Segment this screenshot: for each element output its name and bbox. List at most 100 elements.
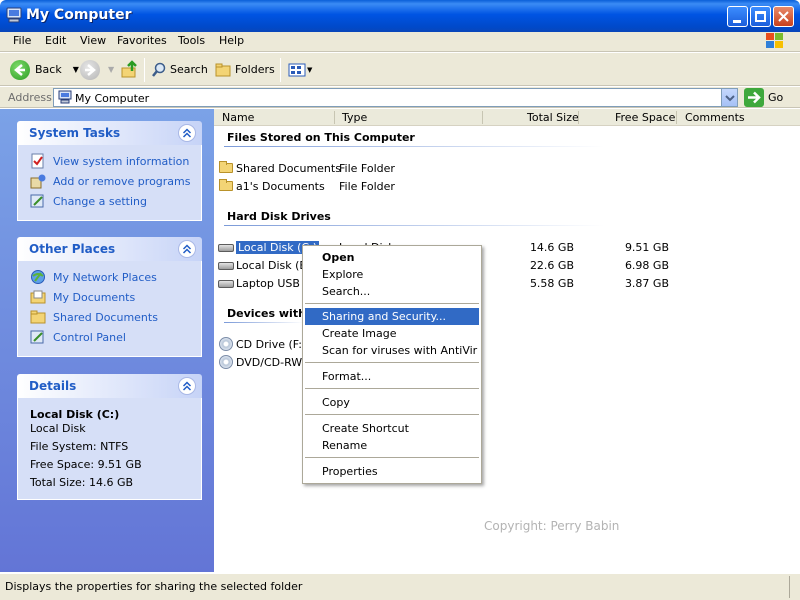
my-computer-icon xyxy=(6,7,22,25)
menu-separator xyxy=(305,457,479,458)
views-button[interactable]: ▼ xyxy=(288,53,312,86)
column-free-space[interactable]: Free Space xyxy=(615,111,675,124)
menu-create-shortcut[interactable]: Create Shortcut xyxy=(305,420,479,437)
menu-open[interactable]: Open xyxy=(305,249,479,266)
task-label: Change a setting xyxy=(53,194,147,208)
group-hard-disks: Hard Disk Drives xyxy=(227,210,331,223)
back-label: Back xyxy=(35,63,62,76)
item-total-size: 5.58 GB xyxy=(529,277,574,290)
item-total-size: 22.6 GB xyxy=(529,259,574,272)
chevron-down-icon[interactable]: ▼ xyxy=(73,65,79,74)
collapse-chevron-icon[interactable] xyxy=(178,124,196,142)
close-icon xyxy=(778,11,789,22)
details-free-space: Free Space: 9.51 GB xyxy=(30,458,142,471)
up-folder-button[interactable] xyxy=(120,53,140,86)
task-pane: System Tasks View system information Add… xyxy=(0,109,214,572)
column-total-size[interactable]: Total Size xyxy=(527,111,579,124)
cd-drive-icon xyxy=(218,336,234,352)
task-label: Add or remove programs xyxy=(53,174,191,188)
minimize-button[interactable] xyxy=(727,6,748,27)
menu-separator xyxy=(305,414,479,415)
maximize-button[interactable] xyxy=(750,6,771,27)
chevron-down-icon: ▼ xyxy=(307,65,313,74)
address-input[interactable]: My Computer xyxy=(53,88,738,107)
chevron-down-icon: ▼ xyxy=(108,65,115,74)
search-icon xyxy=(152,62,166,77)
menu-item-label: Scan for viruses with AntiVir xyxy=(322,344,478,357)
collapse-chevron-icon[interactable] xyxy=(178,240,196,258)
details-header[interactable]: Details xyxy=(17,374,202,398)
column-separator[interactable] xyxy=(676,111,677,124)
other-places-header[interactable]: Other Places xyxy=(17,237,202,261)
search-button[interactable]: Search xyxy=(151,53,208,86)
menu-rename[interactable]: Rename xyxy=(305,437,479,454)
menu-separator xyxy=(305,303,479,304)
collapse-chevron-icon[interactable] xyxy=(178,377,196,395)
status-divider xyxy=(789,576,790,598)
system-tasks-header[interactable]: System Tasks xyxy=(17,121,202,145)
menu-view[interactable]: View xyxy=(80,34,106,47)
list-item[interactable]: a1's Documents File Folder xyxy=(218,178,778,194)
task-view-system-info[interactable]: View system information xyxy=(30,153,189,169)
column-name[interactable]: Name xyxy=(222,111,254,124)
address-dropdown[interactable] xyxy=(721,89,737,106)
menu-explore[interactable]: Explore xyxy=(305,266,479,283)
column-comments[interactable]: Comments xyxy=(685,111,745,124)
column-type[interactable]: Type xyxy=(342,111,367,124)
back-button[interactable]: Back ▼ xyxy=(10,53,79,86)
task-change-setting[interactable]: Change a setting xyxy=(30,193,147,209)
close-button[interactable] xyxy=(773,6,794,27)
menu-format[interactable]: Format... xyxy=(305,368,479,385)
title-bar[interactable]: My Computer xyxy=(0,0,800,32)
menu-properties[interactable]: Properties xyxy=(305,463,479,480)
column-separator[interactable] xyxy=(334,111,335,124)
toolbar-separator xyxy=(280,58,281,82)
place-shared-documents[interactable]: Shared Documents xyxy=(30,309,158,325)
menu-copy[interactable]: Copy xyxy=(305,394,479,411)
folder-icon xyxy=(30,289,46,305)
menu-help[interactable]: Help xyxy=(219,34,244,47)
folder-icon xyxy=(218,160,234,176)
my-computer-icon xyxy=(58,90,72,104)
menu-item-label: Open xyxy=(322,251,355,264)
place-label: My Network Places xyxy=(53,270,157,284)
task-add-remove-programs[interactable]: Add or remove programs xyxy=(30,173,191,189)
column-separator[interactable] xyxy=(578,111,579,124)
windows-logo-icon xyxy=(762,30,788,52)
address-bar: Address My Computer Go xyxy=(0,87,800,108)
other-places-panel: Other Places My Network Places My Docume… xyxy=(17,237,202,357)
window-title: My Computer xyxy=(26,7,132,23)
group-divider xyxy=(224,322,304,323)
system-info-icon xyxy=(30,153,46,169)
status-bar: Displays the properties for sharing the … xyxy=(0,573,800,600)
item-name: CD Drive (F:) xyxy=(236,338,307,351)
hard-disk-icon xyxy=(218,239,234,255)
go-arrow-icon xyxy=(748,91,761,104)
column-separator[interactable] xyxy=(482,111,483,124)
menu-tools[interactable]: Tools xyxy=(178,34,205,47)
toolbar-separator xyxy=(144,58,145,82)
menu-item-label: Create Image xyxy=(322,327,397,340)
place-control-panel[interactable]: Control Panel xyxy=(30,329,126,345)
go-button[interactable] xyxy=(744,88,764,107)
folder-icon xyxy=(30,309,46,325)
up-folder-icon xyxy=(121,59,137,77)
menu-scan-antivir[interactable]: Scan for viruses with AntiVir xyxy=(305,342,479,359)
menu-edit[interactable]: Edit xyxy=(45,34,66,47)
forward-button[interactable]: ▼ xyxy=(80,53,114,86)
menu-item-label: Rename xyxy=(322,439,368,452)
folders-button[interactable]: Folders xyxy=(215,53,275,86)
menu-create-image[interactable]: Create Image xyxy=(305,325,479,342)
details-panel: Details Local Disk (C:) Local Disk File … xyxy=(17,374,202,500)
menu-favorites[interactable]: Favorites xyxy=(117,34,167,47)
network-icon xyxy=(30,269,46,285)
toolbar: Back ▼ ▼ Search Folders ▼ xyxy=(0,53,800,86)
list-item[interactable]: Shared Documents File Folder xyxy=(218,160,778,176)
place-my-network-places[interactable]: My Network Places xyxy=(30,269,157,285)
go-label[interactable]: Go xyxy=(768,91,783,104)
menu-file[interactable]: File xyxy=(13,34,31,47)
place-my-documents[interactable]: My Documents xyxy=(30,289,135,305)
menu-search[interactable]: Search... xyxy=(305,283,479,300)
menu-sharing-security[interactable]: Sharing and Security... xyxy=(305,308,479,325)
copyright-watermark: Copyright: Perry Babin xyxy=(484,519,620,533)
